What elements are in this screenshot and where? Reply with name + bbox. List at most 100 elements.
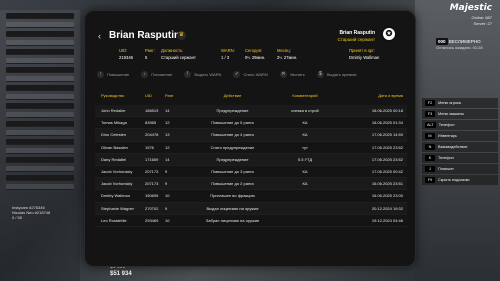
uid-cell: 186519 [145,108,159,114]
datetime-cell: 19.12.2024 04:46 [371,217,403,223]
uid-cell: 1576 [145,144,154,150]
column-header: Действие [223,93,242,98]
promote-button[interactable]: ↑ Повышение [97,71,129,78]
key-label: Меню игрока [438,101,461,105]
info-rank: Ранг: 5 [145,48,155,60]
datetime-cell: 17.06.2025 23:52 [371,144,403,150]
member-name: Brian Rasputin [109,30,181,41]
manager-cell: Leo Rostafelle [101,217,127,223]
key-label: Меню машины [438,112,465,116]
keybind-row: F9 Скрыть подсказки [422,175,498,185]
datetime-cell: 18.06.2025 00:18 [371,108,403,114]
action-label: Понижение [151,72,173,77]
key-label: Телефон [438,123,455,127]
rank-cell: 10 [165,193,170,199]
rank-cell: 13 [165,132,170,138]
money-badge: 000 [436,38,448,45]
rank-cell: 10 [165,217,170,223]
info-label: UID: [119,48,128,53]
table-row: Olivan Basalen 1576 12 Снято предупреждение… [95,142,407,154]
uid-cell: 293469 [145,217,159,223]
table-row: John Redaller 186519 14 Предупреждение клевк… [95,105,407,118]
member-actions: ↑ Повышение ↓ Понижение ! Выдать WARN ✓ Снят… [97,71,357,78]
info-uid: UID: 219346 [119,48,133,60]
keybind-row: F2 Меню игрока [422,98,498,108]
key-badge: M [425,133,435,139]
demote-button[interactable]: ↓ Понижение [141,71,172,78]
key-badge: F3 [425,111,435,117]
info-label: Принят в орг: [349,48,376,53]
arrow-down-icon: ↓ [141,71,149,78]
chat-line: 0 / 55 [12,215,23,220]
uid-cell: 270702 [145,205,159,211]
manager-cell: Stephanie Wagner [101,205,134,211]
keybind-row: F3 Меню машины [422,109,498,119]
key-label: Взаимодействие [438,145,468,149]
keybind-row: K Телефон [422,153,498,163]
column-header: Ранг [165,93,174,98]
info-accepted-by: Принят в орг: Dmitriy Wallman [349,48,379,60]
keybind-row: ALT Телефон [422,120,498,130]
action-cell: Забрал лицензию на оружие [205,217,260,223]
crown-icon: ♛ [177,31,186,40]
back-chevron-icon[interactable]: ‹ [98,31,101,41]
table-row: Dmitriy Wallman 150695 10 Приглашен во фрак… [95,190,407,203]
info-label: Должность: [161,48,184,53]
keybind-row: J Планшет [422,164,498,174]
action-label: Выдать WARN [194,72,222,77]
manager-cell: Jacob Vorhonskiy [101,181,133,187]
fire-button[interactable]: ✕ Уволить [279,71,305,78]
manager-cell: Dany Redaltel [101,156,127,162]
table-row: Dany Redaltel 171669 14 Предупреждение 5.5 У… [95,153,407,166]
warning-icon: ! [184,71,192,78]
comment-cell: клевка в строй [291,108,319,114]
give-bonus-button[interactable]: $ Выдать премию [316,71,357,78]
info-label: Сегодня: [245,48,263,53]
uid-cell: 83565 [145,120,157,126]
comment-cell: КА [302,181,308,187]
info-label: Ранг: [145,48,155,53]
key-badge: K [425,155,435,161]
give-warn-button[interactable]: ! Выдать WARN [184,71,221,78]
key-badge: ALT [425,122,436,128]
key-badge: J [425,166,435,172]
datetime-cell: 17.06.2025 23:52 [371,156,403,162]
arrow-up-icon: ↑ [97,71,104,78]
action-cell: Приглашен во фракцию [210,193,255,199]
manager-cell: Dino Celesten [101,132,127,138]
action-cell: Предупреждение [216,156,249,162]
manager-cell: John Redaller [101,108,126,114]
keybind-row: M Инвентарь [422,131,498,141]
info-today: Сегодня: 0ч. 29мин. [245,48,265,60]
queue-timer: Осталось ожидать: 01:28 [436,45,483,50]
key-badge: F9 [425,177,435,183]
game-background-left [0,10,80,281]
member-panel: ‹ Brian Rasputin ♛ Brian Rasputin Старши… [84,10,416,267]
action-cell: Предупреждение [216,108,249,114]
info-label: Месяц: [277,48,291,53]
table-row: Jacob Vorhonskiy 207173 9 Повышение до 3 ра… [95,166,407,179]
info-warn: WARN: 1 / 3 [221,48,235,60]
table-row: Jacob Vorhonskiy 207173 9 Повышение до 2 ра… [95,178,407,191]
table-row: Stephanie Wagner 270702 9 Выдал лицензию на… [95,202,407,215]
remove-warn-button[interactable]: ✓ Снять WARN [233,71,268,78]
money-text: ВЕСЛИМЕРНО [448,39,481,44]
info-value: 5 [145,55,148,60]
action-cell: Выдал лицензию на оружие [206,205,259,211]
comment-cell: КА [302,120,308,126]
info-value: 219346 [119,55,133,60]
column-header: UID [145,93,152,98]
check-icon: ✓ [233,71,241,78]
datetime-cell: 17.06.2025 00:42 [371,169,403,175]
key-badge: F2 [425,100,435,106]
action-label: Уволить [289,72,305,77]
info-value: 1 / 3 [221,55,230,60]
org-member-rank: Старший сержант [337,37,375,42]
rank-cell: 14 [165,156,170,162]
org-member-name: Brian Rasputin [339,30,375,36]
datetime-cell: 20.12.2024 19:32 [371,205,403,211]
info-label: WARN: [221,48,235,53]
manager-cell: Olivan Basalen [101,144,128,150]
action-cell: Снято предупреждение [210,144,255,150]
table-row: Tomas Mikaga 83565 12 Повышение до 5 ранга К… [95,117,407,130]
